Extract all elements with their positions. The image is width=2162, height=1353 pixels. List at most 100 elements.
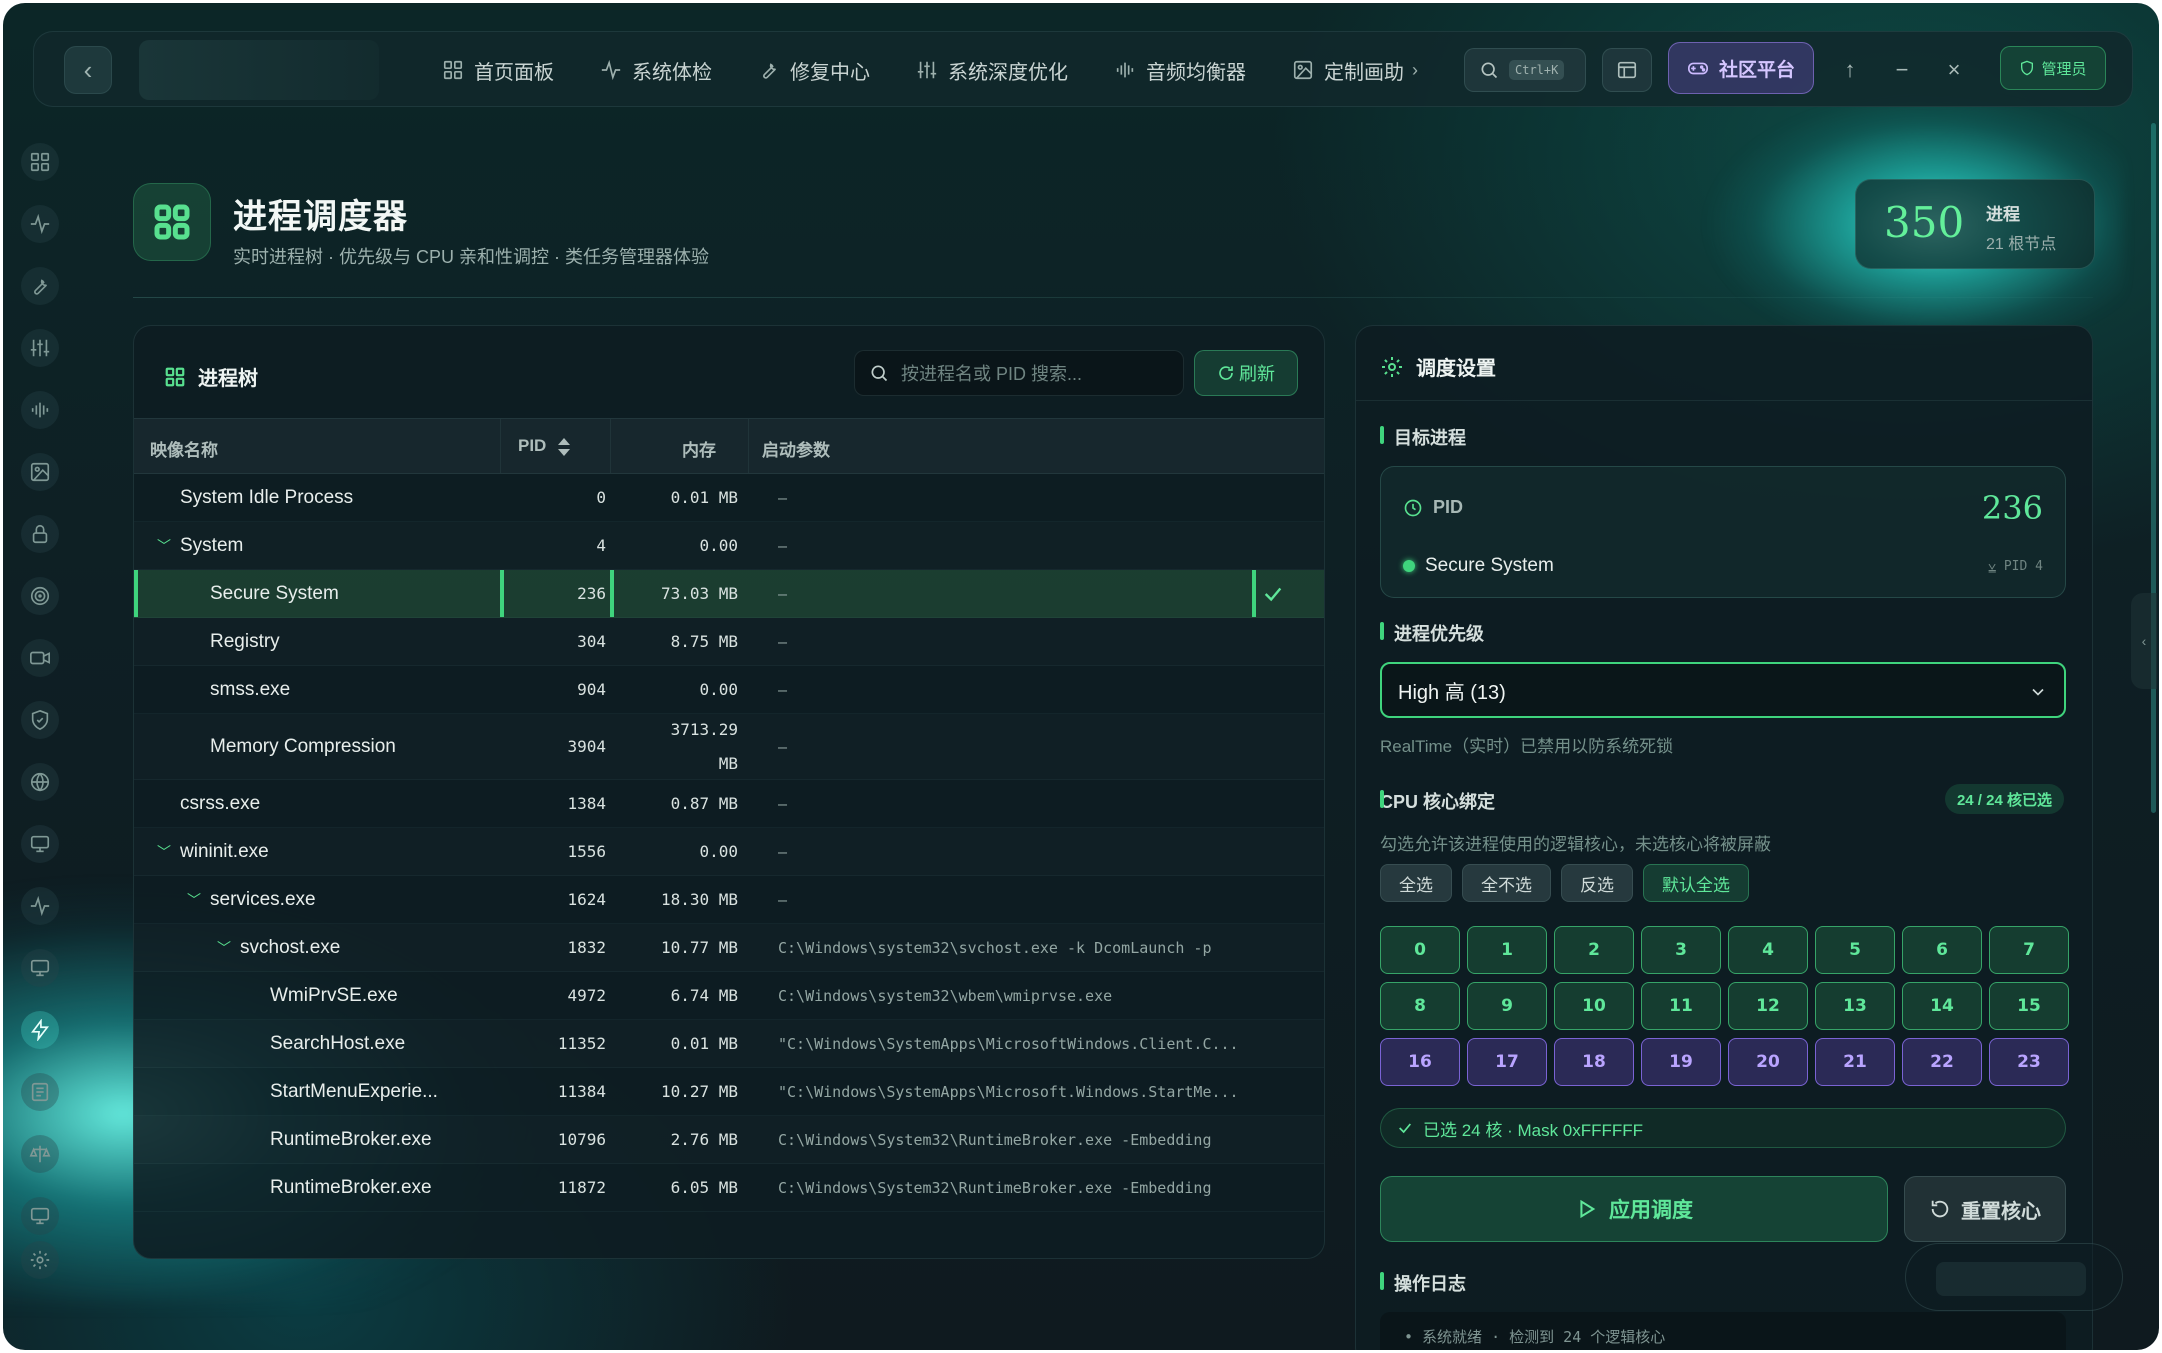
selection-bar [610, 570, 614, 617]
sidebar-item-sliders[interactable] [21, 329, 59, 367]
sidebar-item-monitor[interactable] [21, 949, 59, 987]
sidebar-item-pulse[interactable] [21, 205, 59, 243]
column-header-memory[interactable]: 内存 [682, 436, 716, 461]
invert-selection-button[interactable]: 反选 [1561, 864, 1633, 902]
cpu-core-toggle[interactable]: 11 [1641, 982, 1721, 1030]
list-icon [31, 1082, 49, 1102]
community-label: 社区平台 [1718, 59, 1795, 81]
cpu-core-toggle[interactable]: 23 [1989, 1038, 2069, 1086]
nav-item-equalizer[interactable]: 音频均衡器 [1114, 56, 1246, 85]
sidebar-item-grid[interactable] [21, 143, 59, 181]
table-row[interactable]: Secure System 236 73.03 MB — [134, 570, 1324, 618]
cpu-core-toggle[interactable]: 21 [1815, 1038, 1895, 1086]
table-row[interactable]: SearchHost.exe 11352 0.01 MB "C:\Windows\Sy… [134, 1020, 1324, 1068]
select-all-button[interactable]: 全选 [1380, 864, 1452, 902]
cpu-core-toggle[interactable]: 12 [1728, 982, 1808, 1030]
sidebar-item-bolt[interactable] [21, 1011, 59, 1049]
side-drawer-handle[interactable]: ‹ [2131, 593, 2157, 689]
sidebar-item-monitor[interactable] [21, 1197, 59, 1235]
column-header-pid[interactable]: PID [518, 436, 571, 457]
minimize-button[interactable]: − [1884, 52, 1920, 88]
refresh-button[interactable]: 刷新 [1194, 350, 1298, 396]
column-header-args[interactable]: 启动参数 [762, 436, 830, 461]
global-search-button[interactable]: Ctrl+K [1464, 48, 1586, 92]
table-row[interactable]: Registry 304 8.75 MB — [134, 618, 1324, 666]
sidebar-item-lock[interactable] [21, 515, 59, 553]
cpu-core-toggle[interactable]: 20 [1728, 1038, 1808, 1086]
cpu-core-toggle[interactable]: 8 [1380, 982, 1460, 1030]
cpu-core-toggle[interactable]: 2 [1554, 926, 1634, 974]
sidebar-item-monitor[interactable] [21, 825, 59, 863]
table-row[interactable]: RuntimeBroker.exe 11872 6.05 MB C:\Windows\… [134, 1164, 1324, 1212]
layout-toggle-button[interactable] [1602, 48, 1652, 92]
back-button[interactable]: ‹ [64, 46, 112, 94]
community-button[interactable]: 社区平台 [1668, 42, 1814, 94]
chevron-down-icon[interactable]: ﹀ [154, 536, 174, 556]
apply-schedule-button[interactable]: 应用调度 [1380, 1176, 1888, 1242]
nav-item-checkup[interactable]: 系统体检 [600, 56, 712, 85]
nav-item-custom[interactable]: 定制画助 › [1292, 56, 1418, 85]
cpu-core-toggle[interactable]: 0 [1380, 926, 1460, 974]
cpu-core-toggle[interactable]: 4 [1728, 926, 1808, 974]
target-section-label: 目标进程 [1380, 424, 1466, 450]
select-none-button[interactable]: 全不选 [1462, 864, 1551, 902]
cpu-core-toggle[interactable]: 18 [1554, 1038, 1634, 1086]
cpu-core-toggle[interactable]: 5 [1815, 926, 1895, 974]
table-row[interactable]: ﹀ services.exe 1624 18.30 MB — [134, 876, 1324, 924]
priority-select[interactable]: High 高 (13) [1380, 662, 2066, 718]
sidebar-item-scale[interactable] [21, 1135, 59, 1173]
cpu-core-toggle[interactable]: 9 [1467, 982, 1547, 1030]
sidebar-item-equalizer[interactable] [21, 391, 59, 429]
admin-badge[interactable]: 管理员 [2000, 46, 2106, 90]
sidebar-item-target[interactable] [21, 577, 59, 615]
table-row[interactable]: smss.exe 904 0.00 — [134, 666, 1324, 714]
table-row[interactable]: ﹀ System 4 0.00 — [134, 522, 1324, 570]
floating-widget[interactable] [1905, 1243, 2123, 1311]
chevron-down-icon[interactable]: ﹀ [214, 938, 234, 958]
table-row[interactable]: csrss.exe 1384 0.87 MB — [134, 780, 1324, 828]
nav-item-repair[interactable]: 修复中心 [758, 56, 870, 85]
table-row[interactable]: WmiPrvSE.exe 4972 6.74 MB C:\Windows\system… [134, 972, 1324, 1020]
sidebar-item-pulse[interactable] [21, 887, 59, 925]
cpu-core-toggle[interactable]: 6 [1902, 926, 1982, 974]
nav-label: 音频均衡器 [1146, 61, 1246, 84]
sidebar-item-globe[interactable] [21, 763, 59, 801]
sidebar-item-wrench[interactable] [21, 267, 59, 305]
sidebar-item-gear[interactable] [21, 1241, 59, 1279]
pin-top-button[interactable]: ↑ [1832, 52, 1868, 88]
chevron-down-icon[interactable]: ﹀ [184, 890, 204, 910]
chevron-down-icon[interactable]: ﹀ [154, 842, 174, 862]
cpu-core-toggle[interactable]: 1 [1467, 926, 1547, 974]
cpu-core-toggle[interactable]: 7 [1989, 926, 2069, 974]
table-row[interactable]: System Idle Process 0 0.01 MB — [134, 474, 1324, 522]
cpu-core-toggle[interactable]: 19 [1641, 1038, 1721, 1086]
table-row[interactable]: StartMenuExperie... 11384 10.27 MB "C:\Wind… [134, 1068, 1324, 1116]
cpu-count-badge: 24 / 24 核已选 [1944, 784, 2064, 814]
sidebar-item-image[interactable] [21, 453, 59, 491]
cpu-core-toggle[interactable]: 14 [1902, 982, 1982, 1030]
pid-cell: 0 [596, 488, 606, 507]
memory-cell: 6.05 MB [670, 1177, 738, 1197]
scrollbar[interactable] [2151, 123, 2156, 813]
nav-item-dashboard[interactable]: 首页面板 [442, 56, 554, 85]
cpu-core-toggle[interactable]: 16 [1380, 1038, 1460, 1086]
close-button[interactable]: × [1936, 52, 1972, 88]
reset-cores-button[interactable]: 重置核心 [1904, 1176, 2066, 1242]
sidebar-item-shield[interactable] [21, 701, 59, 739]
table-row[interactable]: ﹀ wininit.exe 1556 0.00 — [134, 828, 1324, 876]
nav-item-optimize[interactable]: 系统深度优化 [916, 56, 1068, 85]
cpu-core-toggle[interactable]: 22 [1902, 1038, 1982, 1086]
table-row[interactable]: Memory Compression 3904 3713.29 MB — [134, 714, 1324, 780]
cpu-core-toggle[interactable]: 3 [1641, 926, 1721, 974]
sidebar-item-video[interactable] [21, 639, 59, 677]
sidebar-item-list[interactable] [21, 1073, 59, 1111]
column-header-name[interactable]: 映像名称 [150, 436, 218, 461]
table-row[interactable]: RuntimeBroker.exe 10796 2.76 MB C:\Windows\… [134, 1116, 1324, 1164]
cpu-core-toggle[interactable]: 10 [1554, 982, 1634, 1030]
default-all-button[interactable]: 默认全选 [1643, 864, 1749, 902]
process-search-input[interactable]: 按进程名或 PID 搜索... [854, 350, 1184, 396]
cpu-core-toggle[interactable]: 17 [1467, 1038, 1547, 1086]
table-row[interactable]: ﹀ svchost.exe 1832 10.77 MB C:\Windows\syste… [134, 924, 1324, 972]
cpu-core-toggle[interactable]: 13 [1815, 982, 1895, 1030]
cpu-core-toggle[interactable]: 15 [1989, 982, 2069, 1030]
